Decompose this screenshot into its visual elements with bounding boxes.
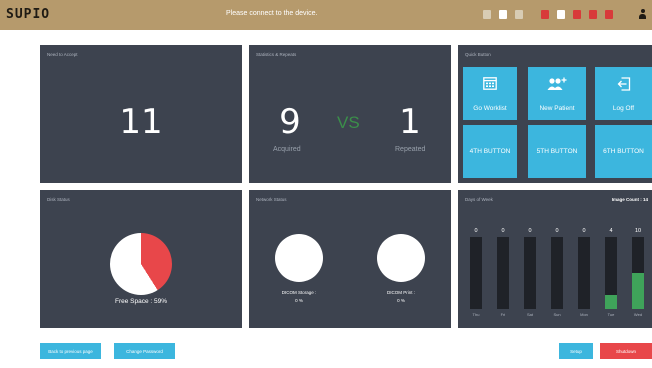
- need-to-accept-panel: Need to Accept 11: [40, 45, 242, 183]
- panel-title: Need to Accept: [47, 52, 78, 57]
- acquired-count: 9: [279, 102, 301, 142]
- new-patient-button[interactable]: New Patient: [528, 67, 586, 120]
- dicom-storage-gauge: [275, 234, 323, 282]
- worklist-icon: [483, 77, 497, 90]
- image-count-label: Image Count : 14: [611, 197, 648, 202]
- repeated-label: Repeated: [395, 146, 426, 153]
- statistics-panel: Statistics & Repeats 9 VS 1 Acquired Rep…: [249, 45, 451, 183]
- dicom-storage-status: DICOM Storage : 0 %: [259, 289, 339, 305]
- bar-track: [497, 237, 509, 309]
- bar-value-label: 0: [528, 228, 532, 234]
- bar-value-label: 0: [555, 228, 559, 234]
- logoff-icon: [617, 77, 630, 91]
- day-bar-thu: 0 Thu: [467, 228, 485, 317]
- disk-usage-pie: [110, 233, 172, 295]
- fourth-quick-button[interactable]: 4TH BUTTON: [463, 125, 517, 178]
- button-label: 5TH BUTTON: [536, 148, 578, 155]
- bar-day-label: Fri: [500, 312, 506, 317]
- bar-track: [578, 237, 590, 309]
- bar-fill: [632, 273, 644, 309]
- sixth-quick-button[interactable]: 6TH BUTTON: [595, 125, 652, 178]
- vs-label: VS: [337, 113, 360, 132]
- cd-icon[interactable]: [515, 10, 523, 19]
- toolbar-group-status: [541, 10, 613, 19]
- back-to-previous-page-button[interactable]: Back to previous page: [40, 343, 101, 359]
- dicom-print-status: DICOM Print : 0 %: [361, 289, 441, 305]
- button-label: 4TH BUTTON: [469, 148, 511, 155]
- dicom-print-value: 0 %: [397, 298, 405, 303]
- bar-value-label: 0: [501, 228, 505, 234]
- network-status-panel: Network Status DICOM Storage : 0 % DICOM…: [249, 190, 451, 328]
- go-worklist-button[interactable]: Go Worklist: [463, 67, 517, 120]
- day-bar-sun: 0 Sun: [548, 228, 566, 317]
- bar-fill: [605, 295, 617, 309]
- panel-title: Statistics & Repeats: [256, 52, 297, 57]
- bar-day-label: Sat: [526, 312, 533, 317]
- repeated-count: 1: [399, 102, 421, 142]
- change-password-button[interactable]: Change Password: [114, 343, 175, 359]
- bar-value-label: 10: [634, 228, 642, 234]
- need-to-accept-count: 11: [119, 102, 163, 142]
- day-bar-tue: 4 Tue: [602, 228, 620, 317]
- dicom-storage-label: DICOM Storage :: [281, 290, 317, 295]
- dicom-print-gauge: [377, 234, 425, 282]
- day-bar-mon: 0 Mon: [575, 228, 593, 317]
- button-label: 6TH BUTTON: [603, 148, 644, 155]
- bar-value-label: 0: [474, 228, 478, 234]
- days-of-week-panel: Days of Week Image Count : 14 0 Thu 0 Fri 0 S…: [458, 190, 652, 328]
- top-bar: SUPIO Please connect to the device.: [0, 0, 652, 30]
- connection-status-message: Please connect to the device.: [226, 10, 318, 17]
- dicom-storage-value: 0 %: [295, 298, 303, 303]
- bar-day-label: Sun: [553, 312, 561, 317]
- film-icon[interactable]: [483, 10, 491, 19]
- acquired-label: Acquired: [273, 146, 301, 153]
- shutdown-button[interactable]: Shutdown: [600, 343, 652, 359]
- printer-icon[interactable]: [541, 10, 549, 19]
- button-label: New Patient: [539, 105, 575, 112]
- button-label: Go Worklist: [473, 105, 507, 112]
- network-icon[interactable]: [573, 10, 581, 19]
- toolbar-group-secondary: [483, 10, 523, 19]
- storage-icon[interactable]: [589, 10, 597, 19]
- log-off-button[interactable]: Log Off: [595, 67, 652, 120]
- pen-icon[interactable]: [499, 10, 507, 19]
- bar-day-label: Thu: [472, 312, 480, 317]
- bar-day-label: Tue: [607, 312, 615, 317]
- bar-value-label: 4: [609, 228, 613, 234]
- app-logo: SUPIO: [6, 7, 51, 22]
- dicom-print-label: DICOM Print :: [386, 290, 415, 295]
- add-patient-icon: [547, 77, 567, 90]
- fifth-quick-button[interactable]: 5TH BUTTON: [528, 125, 586, 178]
- button-label: Log Off: [612, 105, 635, 112]
- user-icon[interactable]: [639, 9, 646, 19]
- database-icon[interactable]: [557, 10, 565, 19]
- device-icon[interactable]: [605, 10, 613, 19]
- bar-track: [524, 237, 536, 309]
- panel-title: Quick Button: [465, 52, 491, 57]
- free-space-label: Free Space : 59%: [114, 298, 168, 305]
- bar-track: [632, 237, 644, 309]
- day-bar-sat: 0 Sat: [521, 228, 539, 317]
- panel-title: Days of Week: [465, 197, 493, 202]
- setup-button[interactable]: Setup: [559, 343, 593, 359]
- bar-day-label: Wed: [633, 312, 643, 317]
- day-bar-wed: 10 Wed: [629, 228, 647, 317]
- bar-value-label: 0: [582, 228, 586, 234]
- quick-button-panel: Quick Button Go Worklist New Patient Log…: [458, 45, 652, 183]
- disk-status-panel: Disk Status Free Space : 59%: [40, 190, 242, 328]
- bar-track: [551, 237, 563, 309]
- panel-title: Network Status: [256, 197, 287, 202]
- bar-track: [605, 237, 617, 309]
- bar-day-label: Mon: [580, 312, 588, 317]
- panel-title: Disk Status: [47, 197, 70, 202]
- day-bar-fri: 0 Fri: [494, 228, 512, 317]
- bar-track: [470, 237, 482, 309]
